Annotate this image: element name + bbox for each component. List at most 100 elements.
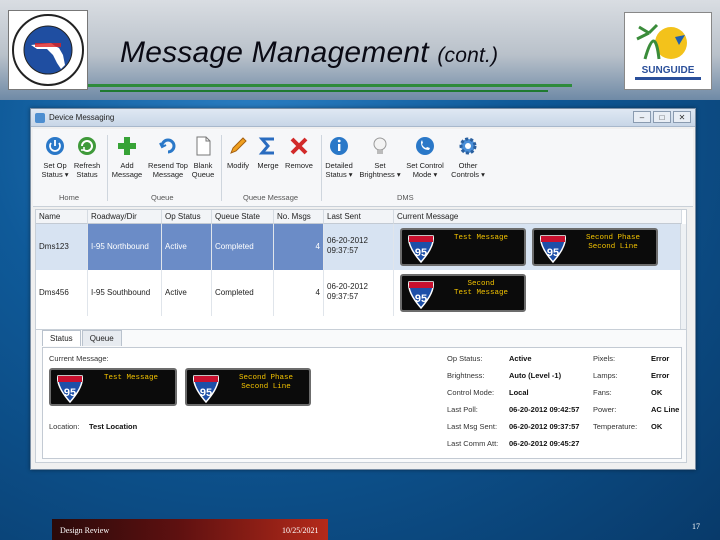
- pixels-value: Error: [651, 354, 670, 363]
- title-underline-2: [100, 90, 548, 92]
- cell-queue-state: Completed: [212, 224, 274, 270]
- app-icon: [35, 112, 45, 123]
- dms-sign-preview: 95 Second Phase Second Line: [532, 228, 658, 266]
- detailed-status-button[interactable]: Detailed Status ▾: [321, 135, 357, 179]
- dms-sign-preview: 95 Test Message: [49, 368, 177, 406]
- cell-name: Dms123: [36, 224, 88, 270]
- sign-line-1: Second: [467, 280, 495, 288]
- location-label: Location:: [49, 422, 80, 431]
- refresh-icon: [78, 137, 96, 155]
- interstate-shield-icon: 95: [540, 235, 566, 264]
- add-message-button[interactable]: Add Message: [107, 135, 147, 179]
- table-row[interactable]: Dms456 I-95 Southbound Active Completed …: [36, 270, 682, 316]
- title-underline: [88, 84, 572, 87]
- column-header-name[interactable]: Name: [36, 210, 88, 224]
- set-control-mode-button[interactable]: Set Control Mode ▾: [401, 135, 449, 179]
- bulb-icon: [373, 137, 387, 154]
- cell-no-msgs: 4: [274, 224, 324, 270]
- cell-op-status: Active: [162, 224, 212, 270]
- slide-title-suffix: (cont.): [437, 44, 499, 67]
- add-message-label: Add Message: [111, 161, 143, 179]
- cell-queue-state: Completed: [212, 270, 274, 316]
- sign-line-1: Test Message: [453, 234, 508, 242]
- lamps-label: Lamps:: [593, 371, 618, 380]
- last-msg-sent-value: 06-20-2012 09:37:57: [509, 422, 580, 431]
- op-status-label: Op Status:: [447, 354, 483, 363]
- window-titlebar: Device Messaging: [31, 109, 695, 127]
- interstate-shield-icon: 95: [57, 375, 83, 404]
- last-sent-date: 06-20-2012: [327, 282, 368, 291]
- maximize-button[interactable]: □: [653, 111, 671, 123]
- slide-title-text: Message Management: [120, 36, 429, 69]
- remove-icon: [290, 137, 308, 155]
- group-label-home: Home: [59, 193, 80, 202]
- dms-sign-preview: 95 Second Test Message: [400, 274, 526, 312]
- status-tab-content: Current Message: 95 Test Message 95 Seco…: [42, 347, 682, 459]
- details-panel: Status Queue Current Message: 95 Test Me…: [35, 329, 687, 463]
- window-controls: – □ ✕: [633, 111, 691, 123]
- other-controls-label: Other Controls ▾: [451, 161, 485, 179]
- fans-value: OK: [651, 388, 663, 397]
- sign-line-1: Test Message: [103, 374, 158, 382]
- brightness-value: Auto (Level -1): [509, 371, 562, 380]
- blank-page-icon: [196, 136, 211, 156]
- power-icon: [46, 137, 64, 155]
- resend-top-message-button[interactable]: Resend Top Message: [145, 135, 191, 179]
- column-header-last-sent[interactable]: Last Sent: [324, 210, 394, 224]
- sign-text: Second Phase Second Line: [574, 234, 652, 252]
- tab-status[interactable]: Status: [42, 330, 81, 346]
- tab-queue[interactable]: Queue: [81, 330, 122, 346]
- blank-queue-label: Blank Queue: [191, 161, 215, 179]
- shield-route-number: 95: [415, 293, 427, 305]
- merge-button[interactable]: Merge: [251, 135, 285, 170]
- cell-roadway: I-95 Northbound: [88, 224, 162, 270]
- last-sent-time: 09:37:57: [327, 246, 359, 255]
- dms-sign-preview: 95 Test Message: [400, 228, 526, 266]
- table-row[interactable]: Dms123 I-95 Northbound Active Completed …: [36, 224, 682, 270]
- column-header-current-message[interactable]: Current Message: [394, 210, 682, 224]
- group-label-dms: DMS: [397, 193, 414, 202]
- column-header-roadway[interactable]: Roadway/Dir: [88, 210, 162, 224]
- shield-route-number: 95: [547, 247, 559, 259]
- column-header-op-status[interactable]: Op Status: [162, 210, 212, 224]
- sunguide-logo: SUNGUIDE: [624, 12, 712, 90]
- modify-button[interactable]: Modify: [221, 135, 255, 170]
- fans-label: Fans:: [593, 388, 612, 397]
- last-sent-date: 06-20-2012: [327, 236, 368, 245]
- last-comm-att-value: 06-20-2012 09:45:27: [509, 439, 580, 448]
- last-msg-sent-label: Last Msg Sent:: [447, 422, 498, 431]
- power-label: Power:: [593, 405, 617, 414]
- last-sent-time: 09:37:57: [327, 292, 359, 301]
- footer-date: 10/25/2021: [282, 526, 319, 535]
- refresh-status-button[interactable]: Refresh Status: [67, 135, 107, 179]
- resend-top-message-label: Resend Top Message: [148, 161, 188, 179]
- pixels-label: Pixels:: [593, 354, 616, 363]
- close-window-button[interactable]: ✕: [673, 111, 691, 123]
- slide-title: Message Management (cont.): [120, 36, 498, 70]
- cell-op-status: Active: [162, 270, 212, 316]
- interstate-shield-icon: 95: [408, 235, 434, 264]
- blank-queue-button[interactable]: Blank Queue: [187, 135, 219, 179]
- minimize-button[interactable]: –: [633, 111, 651, 123]
- column-header-queue-state[interactable]: Queue State: [212, 210, 274, 224]
- sign-line-1: Second Phase: [238, 374, 293, 382]
- sigma-icon: [258, 137, 274, 155]
- fdot-seal-logo: [8, 10, 88, 90]
- other-controls-button[interactable]: Other Controls ▾: [447, 135, 489, 179]
- sign-line-2: Second Line: [588, 243, 638, 251]
- remove-button[interactable]: Remove: [281, 135, 317, 170]
- interstate-shield-icon: 95: [408, 281, 434, 310]
- column-header-no-msgs[interactable]: No. Msgs: [274, 210, 324, 224]
- gear-icon: [459, 137, 477, 155]
- location-value: Test Location: [89, 422, 138, 431]
- window-title: Device Messaging: [49, 113, 115, 122]
- cell-last-sent: 06-20-2012 09:37:57: [324, 270, 394, 316]
- ribbon-toolbar: Set Op Status ▾ Refresh Status Add Messa…: [33, 129, 693, 207]
- page-number: 17: [692, 522, 700, 531]
- brightness-label: Brightness:: [447, 371, 485, 380]
- dms-sign-preview: 95 Second Phase Second Line: [185, 368, 311, 406]
- sunguide-logo-text: SUNGUIDE: [642, 65, 695, 76]
- last-poll-value: 06-20-2012 09:42:57: [509, 405, 580, 414]
- set-brightness-button[interactable]: Set Brightness ▾: [357, 135, 403, 179]
- cell-name: Dms456: [36, 270, 88, 316]
